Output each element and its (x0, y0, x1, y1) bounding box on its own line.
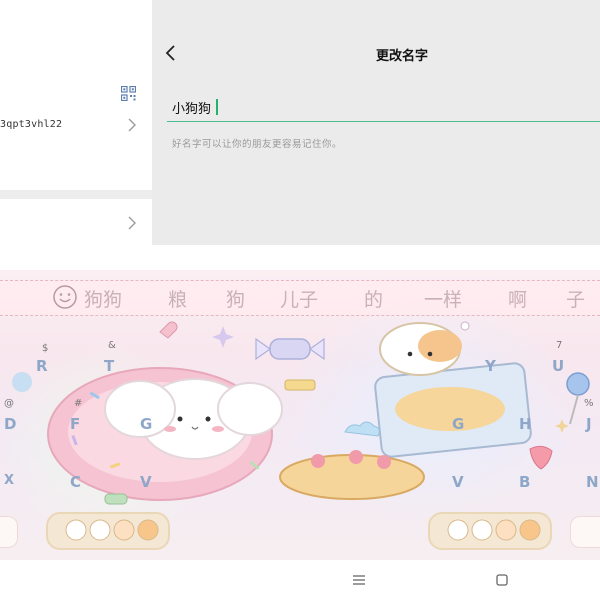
candidate-word[interactable]: 粮 (168, 285, 187, 312)
key-g[interactable]: G (452, 415, 464, 433)
menu-icon (353, 575, 365, 585)
key-v[interactable]: V (140, 473, 152, 491)
chevron-right-icon[interactable] (127, 215, 137, 234)
key-j[interactable]: J (586, 415, 592, 433)
key-h[interactable]: H (519, 415, 532, 433)
key-r[interactable]: R (36, 357, 48, 375)
key-hint: 7 (556, 340, 563, 351)
menu-button[interactable] (345, 566, 373, 594)
candidate-word[interactable]: 一样 (424, 285, 462, 312)
key-hint: $ (42, 343, 49, 354)
qr-code-icon[interactable] (120, 85, 137, 102)
name-hint-text: 好名字可以让你的朋友更容易记住你。 (172, 139, 343, 150)
key-n[interactable]: N (586, 473, 599, 491)
candidate-word[interactable]: 的 (364, 285, 383, 312)
home-button[interactable] (488, 566, 516, 594)
keyboard-illustration (12, 321, 590, 505)
hamster-bunny-sticker-icon (447, 519, 541, 541)
candidate-word[interactable]: 儿子 (280, 285, 318, 312)
key-hint: @ (4, 398, 14, 409)
key-u[interactable]: U (552, 357, 564, 375)
candidate-word[interactable]: 子 (566, 285, 585, 312)
key-left-edge[interactable] (0, 516, 18, 548)
space-key-left[interactable] (46, 512, 170, 550)
key-hint: & (108, 340, 116, 351)
text-caret (216, 99, 218, 115)
chevron-right-icon[interactable] (127, 117, 137, 136)
key-b[interactable]: B (519, 473, 530, 491)
keyboard: ) 狗狗 粮 狗 儿子 的 一样 啊 子 (0, 270, 600, 560)
key-g[interactable]: G (140, 415, 152, 433)
space-key-right[interactable] (428, 512, 552, 550)
edit-name-panel (152, 0, 600, 245)
candidate-word[interactable]: 啊 (508, 285, 527, 312)
key-v[interactable]: V (452, 473, 464, 491)
input-underline (167, 121, 600, 122)
hamster-bunny-sticker-icon (65, 519, 159, 541)
candidate-bar: ) 狗狗 粮 狗 儿子 的 一样 啊 子 (0, 280, 600, 316)
name-input[interactable] (170, 96, 594, 118)
candidate-word[interactable]: 狗狗 (84, 285, 122, 312)
key-d[interactable]: D (4, 415, 16, 433)
square-home-icon (496, 574, 508, 586)
wechat-id-value: 3qpt3vhl22 (0, 119, 63, 130)
key-hint: % (584, 398, 594, 409)
candidate-word[interactable]: 狗 (226, 285, 245, 312)
key-y[interactable]: Y (485, 357, 496, 375)
key-hint: # (74, 398, 83, 409)
key-t[interactable]: T (104, 357, 114, 375)
key-x[interactable]: X (4, 473, 14, 488)
emoji-button[interactable] (52, 284, 78, 310)
key-c[interactable]: C (70, 473, 81, 491)
key-f[interactable]: F (70, 415, 80, 433)
smiley-icon (53, 285, 77, 309)
key-right-edge[interactable] (570, 516, 600, 548)
page-title: 更改名字 (375, 49, 428, 64)
